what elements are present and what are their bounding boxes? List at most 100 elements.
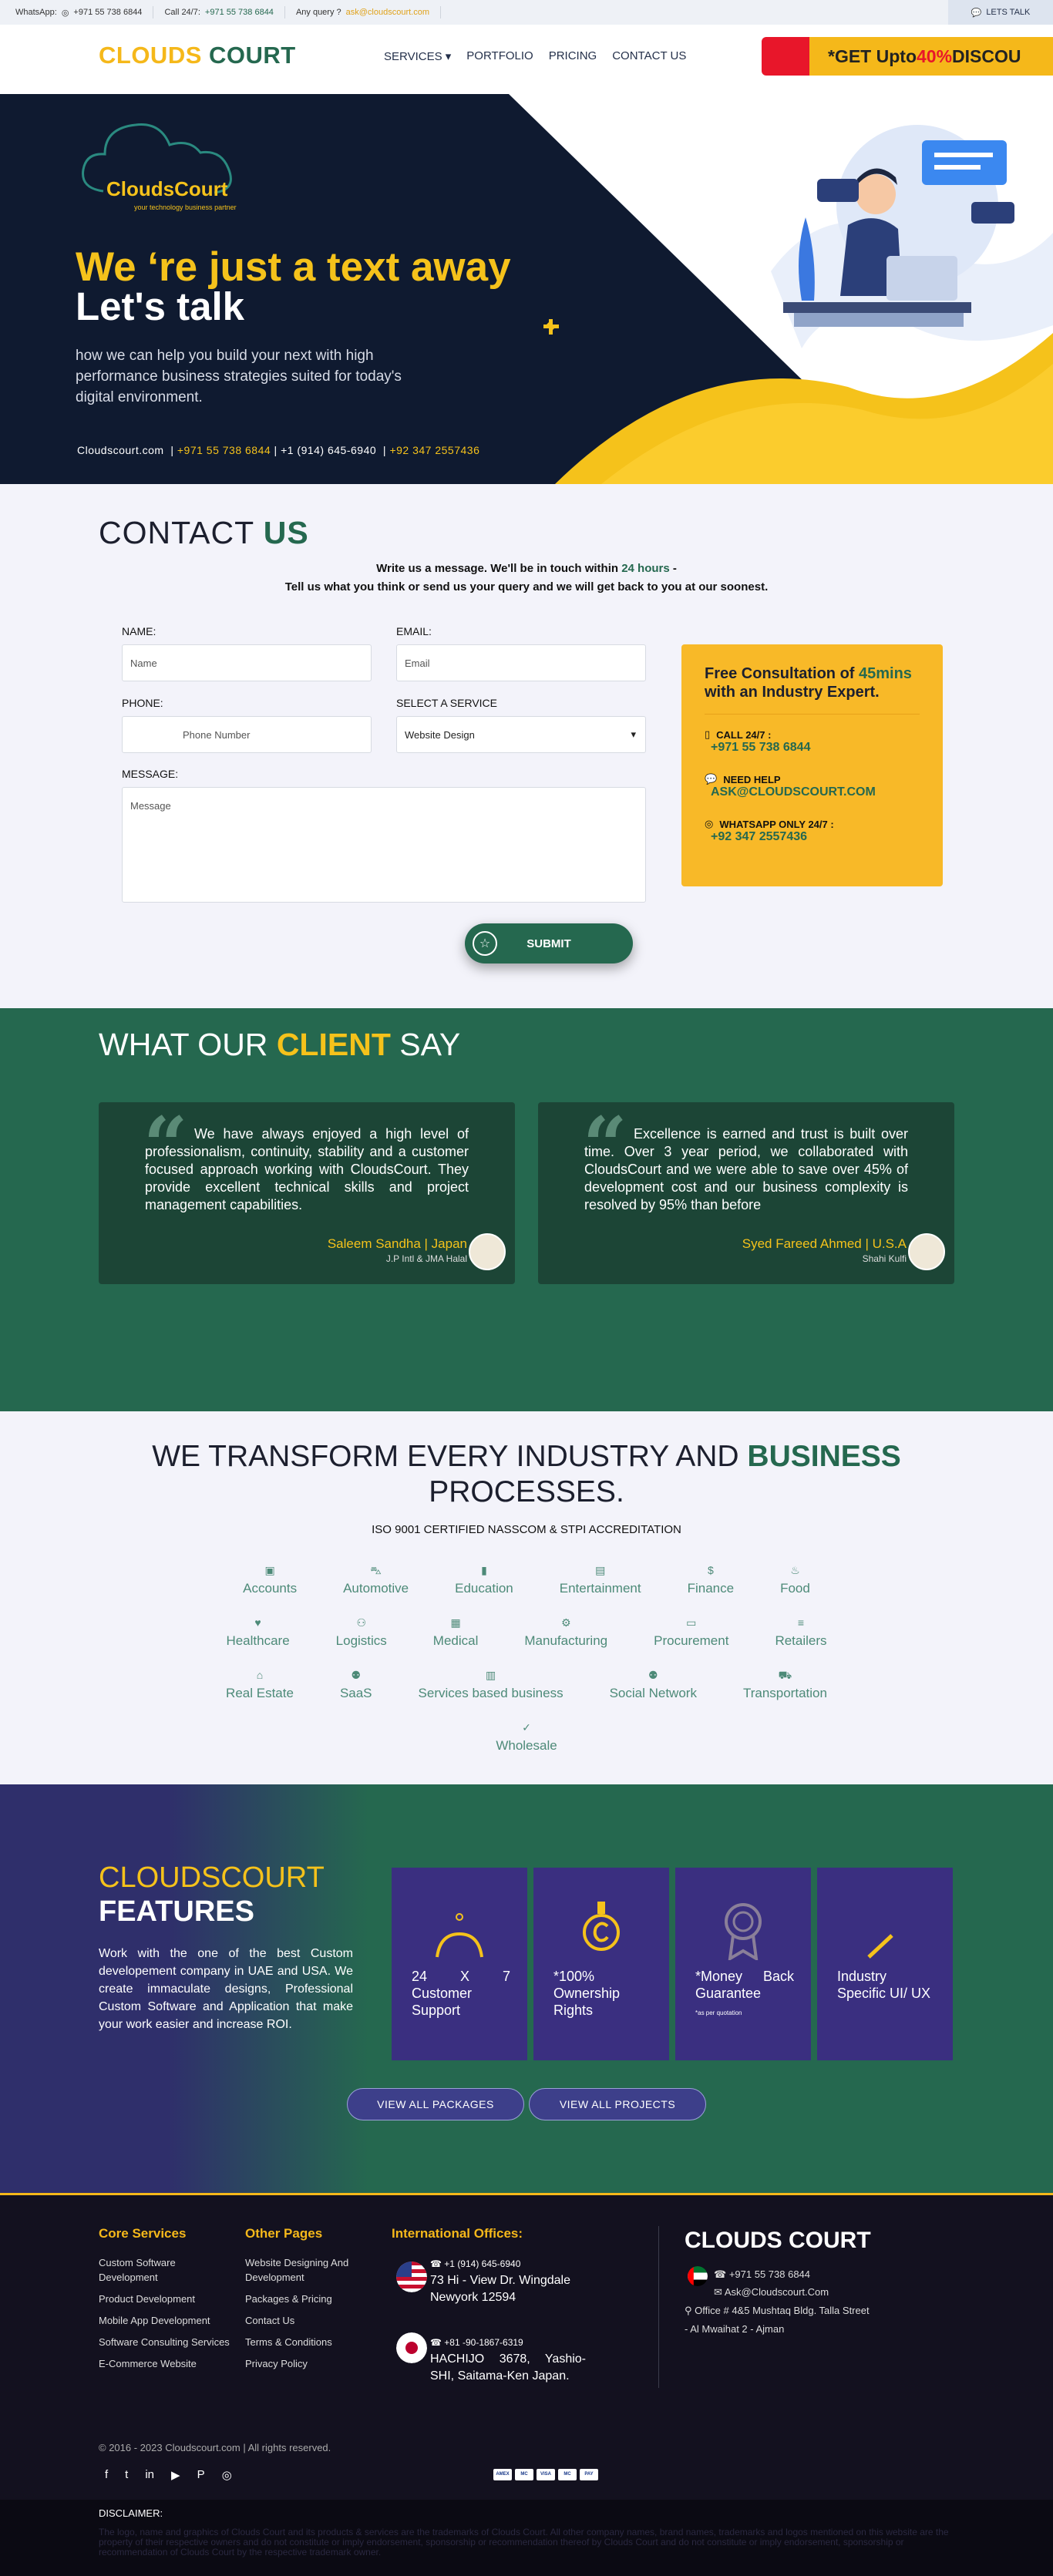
industry-label: Healthcare (226, 1633, 290, 1648)
footer-link[interactable]: Packages & Pricing (245, 2292, 368, 2306)
message-textarea[interactable]: Message (122, 787, 646, 903)
nav-item-contact[interactable]: CONTACT US (612, 49, 686, 63)
industry-item[interactable]: ⚉ SaaS (317, 1669, 395, 1701)
consult-whatsapp-number[interactable]: +92 347 2557436 (711, 830, 920, 844)
industry-item[interactable]: ✓ Wholesale (473, 1721, 580, 1754)
industry-label: Automotive (343, 1581, 409, 1596)
industry-item[interactable]: ⌂ Real Estate (203, 1669, 317, 1701)
industry-item[interactable]: ▦ Medical (410, 1616, 502, 1649)
consult-help-email[interactable]: ASK@CLOUDSCOURT.COM (711, 785, 920, 799)
disclaimer-title: DISCLAIMER: (99, 2507, 163, 2519)
nav-item-portfolio[interactable]: PORTFOLIO (466, 49, 533, 63)
testimonial-text: We have always enjoyed a high level of p… (145, 1126, 469, 1212)
email-input[interactable]: Email (396, 644, 646, 681)
contact-title-part1: CONTACT (99, 515, 254, 550)
disclaimer-section: DISCLAIMER: The logo, name and graphics … (0, 2500, 1053, 2576)
footer-link[interactable]: Contact Us (245, 2313, 368, 2328)
testimonial-company: Shahi Kulfi (862, 1253, 907, 1264)
footer-link[interactable]: Product Development (99, 2292, 230, 2306)
footer-link[interactable]: Website Designing And Development (245, 2255, 368, 2285)
industry-label: Social Network (609, 1686, 697, 1700)
view-all-projects-button[interactable]: VIEW ALL PROJECTS (529, 2088, 706, 2120)
industry-item[interactable]: ▭ Procurement (631, 1616, 752, 1649)
instagram-icon[interactable]: ◎ (222, 2468, 232, 2482)
industry-icon: ⚇ (356, 1616, 366, 1629)
industry-icon: ⚉ (648, 1669, 658, 1681)
phone-icon: ☎ (714, 2268, 727, 2280)
japan-address: HACHIJO 3678, Yashio-SHI, Saitama-Ken Ja… (430, 2352, 586, 2383)
industry-item[interactable]: ▤ Entertainment (537, 1564, 664, 1596)
footer-link[interactable]: Terms & Conditions (245, 2335, 368, 2349)
industries-row: ✓ Wholesale (0, 1721, 1053, 1754)
hero-contact-line: Cloudscourt.com | +971 55 738 6844 | +1 … (77, 444, 480, 456)
industry-item[interactable]: ♥ Healthcare (203, 1616, 312, 1649)
submit-button[interactable]: ☆ SUBMIT (465, 923, 633, 963)
japan-phone[interactable]: +81 -90-1867-6319 (444, 2337, 523, 2348)
twitter-icon[interactable]: t (125, 2468, 128, 2482)
industry-item[interactable]: ▮ Education (432, 1564, 537, 1596)
footer-link[interactable]: Software Consulting Services (99, 2335, 230, 2349)
youtube-icon[interactable]: ▶ (171, 2468, 180, 2482)
lets-talk-button[interactable]: 💬 LETS TALK (948, 0, 1053, 25)
mastercard-icon: MC (515, 2469, 533, 2480)
whatsapp-label: WhatsApp: (15, 8, 57, 17)
nav-item-pricing[interactable]: PRICING (549, 49, 597, 63)
site-logo[interactable]: CLOUDS COURT (99, 42, 296, 69)
industry-icon: ▣ (264, 1564, 275, 1576)
industry-label: Services based business (418, 1686, 564, 1700)
footer-core-links: Custom Software Development Product Deve… (99, 2255, 230, 2378)
uae-office-line2: - Al Mwaihat 2 - Ajman (685, 2323, 785, 2335)
discount-promo-banner[interactable]: *GET Upto 40% DISCOU (762, 37, 1053, 76)
industry-item[interactable]: ⚇ Logistics (313, 1616, 410, 1649)
industry-icon: ▮ (481, 1564, 487, 1576)
industry-label: Accounts (243, 1581, 298, 1596)
service-select[interactable]: Website Design ▾ (396, 716, 646, 753)
industry-item[interactable]: ♨ Food (757, 1564, 833, 1596)
consult-call-number[interactable]: +971 55 738 6844 (711, 741, 920, 755)
footer-link[interactable]: Privacy Policy (245, 2356, 368, 2371)
nav-item-services[interactable]: SERVICES ▾ (384, 49, 451, 63)
call-number[interactable]: +971 55 738 6844 (205, 8, 274, 17)
linkedin-icon[interactable]: in (145, 2468, 154, 2482)
hero-phone-usa[interactable]: +1 (914) 645-6940 (281, 444, 376, 456)
industry-label: Entertainment (559, 1581, 641, 1596)
pinterest-icon[interactable]: P (197, 2468, 205, 2482)
message-label: MESSAGE: (122, 768, 179, 780)
footer-link[interactable]: Mobile App Development (99, 2313, 230, 2328)
usa-phone[interactable]: +1 (914) 645-6940 (444, 2258, 520, 2269)
contact-sub-line2: Tell us what you think or send us your q… (284, 580, 769, 594)
industry-item[interactable]: $ Finance (664, 1564, 757, 1596)
industry-label: Real Estate (226, 1686, 294, 1700)
hero-phone-uae[interactable]: +971 55 738 6844 (177, 444, 271, 456)
facebook-icon[interactable]: f (105, 2468, 108, 2482)
hero-phone-pk[interactable]: +92 347 2557436 (389, 444, 479, 456)
name-input[interactable]: Name (122, 644, 372, 681)
industry-label: Manufacturing (524, 1633, 608, 1648)
footer-link[interactable]: E-Commerce Website (99, 2356, 230, 2371)
chevron-down-icon: ▾ (631, 728, 636, 740)
footer-link[interactable]: Custom Software Development (99, 2255, 230, 2285)
industry-item[interactable]: ▥ Services based business (395, 1669, 587, 1701)
phone-input[interactable]: Phone Number (122, 716, 372, 753)
payment-methods: AMEX MC VISA MC PAY (493, 2469, 598, 2480)
industry-item[interactable]: ⛟ Transportation (720, 1669, 850, 1701)
view-all-packages-button[interactable]: VIEW ALL PACKAGES (347, 2088, 524, 2120)
industry-icon: ⚉ (351, 1669, 362, 1681)
hero-site[interactable]: Cloudscourt.com (77, 444, 164, 456)
japan-flag-icon (396, 2332, 427, 2363)
industry-item[interactable]: ⛍ Automotive (320, 1564, 432, 1596)
contact-sub-highlight: 24 hours (621, 562, 670, 575)
whatsapp-icon: ◎ (61, 8, 69, 18)
contact-title: CONTACT US (99, 515, 309, 551)
japan-office: ☎ +81 -90-1867-6319 HACHIJO 3678, Yashio… (430, 2334, 586, 2385)
feature-card-note: *as per quotation (695, 2009, 742, 2016)
query-email-link[interactable]: ask@cloudscourt.com (346, 8, 429, 17)
testimonials-title-post: SAY (390, 1027, 461, 1062)
industry-item[interactable]: ⚙ Manufacturing (501, 1616, 631, 1649)
industry-item[interactable]: ⚉ Social Network (587, 1669, 720, 1701)
industry-item[interactable]: ≡ Retailers (752, 1616, 849, 1649)
uae-email[interactable]: Ask@Cloudscourt.Com (725, 2286, 829, 2298)
uae-phone[interactable]: +971 55 738 6844 (729, 2268, 810, 2280)
whatsapp-number[interactable]: +971 55 738 6844 (73, 8, 142, 17)
industry-item[interactable]: ▣ Accounts (220, 1564, 320, 1596)
